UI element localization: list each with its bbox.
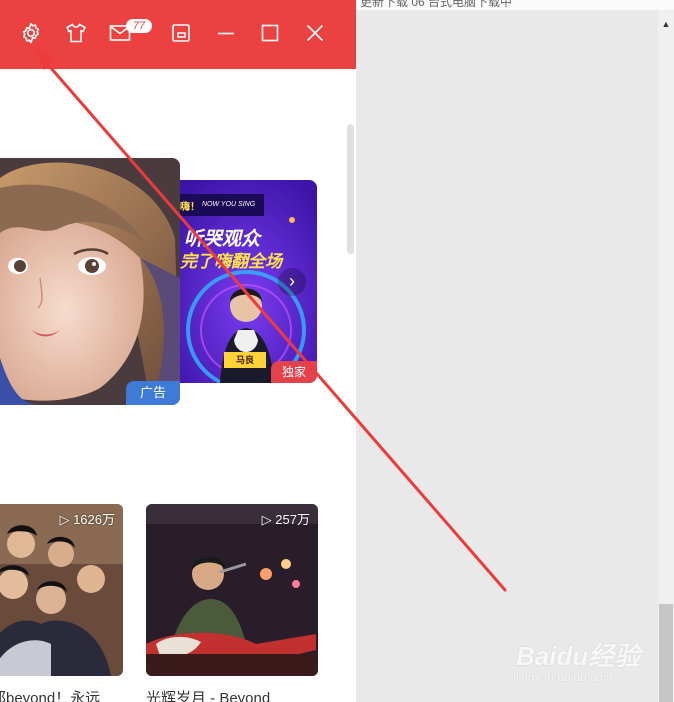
- minimize-button[interactable]: [213, 20, 239, 46]
- playlist-title[interactable]: 光辉岁月 - Beyond: [146, 687, 270, 702]
- maximize-icon: [258, 21, 282, 45]
- watermark-brand: Baidu经验: [516, 641, 641, 671]
- play-icon: ▷: [59, 512, 70, 527]
- playlist-card[interactable]: ▷ 257万: [146, 504, 318, 676]
- background-window-tabs: 更新下载 06 台式电脑下载中: [356, 0, 674, 10]
- mini-mode-icon: [169, 21, 193, 45]
- baidu-watermark: Baidu经验 jingyan.baidu.com: [516, 628, 656, 690]
- tshirt-icon: [64, 21, 88, 45]
- play-icon: ▷: [261, 512, 272, 527]
- play-count: ▷ 1626万: [59, 509, 115, 528]
- scrollbar-thumb[interactable]: [659, 604, 673, 702]
- close-icon: [303, 21, 327, 45]
- content-scrollbar[interactable]: [347, 124, 354, 254]
- background-window-area: [356, 0, 658, 702]
- close-button[interactable]: [302, 20, 328, 46]
- banner-illustration-image: [0, 158, 180, 405]
- scroll-up-arrow-icon[interactable]: ▲: [658, 18, 674, 30]
- play-count-value: 1626万: [73, 512, 115, 527]
- maximize-button[interactable]: [257, 20, 283, 46]
- mini-mode-button[interactable]: [168, 20, 194, 46]
- banner-next-arrow-button[interactable]: ›: [278, 268, 306, 296]
- banner-next-slide[interactable]: 嗨！ NOW YOU SING 听哭观众 完了嗨翻全场 马良 › 独家: [180, 180, 317, 383]
- background-window-tab-text[interactable]: 更新下载 06 台式电脑下载中: [360, 0, 512, 10]
- skin-button[interactable]: [63, 20, 89, 46]
- settings-button[interactable]: [18, 20, 44, 46]
- ad-tag: 广告: [126, 381, 180, 405]
- music-app-window: 77 广告 嗨！ NOW YOU SING 听哭观众 完了嗨翻全场 马良 › 独…: [0, 0, 356, 702]
- minimize-icon: [214, 21, 238, 45]
- playlist-cover-image: [146, 504, 318, 676]
- play-count: ▷ 257万: [262, 509, 310, 528]
- playlist-title[interactable]: 那beyond！永远: [0, 687, 100, 702]
- page-scrollbar[interactable]: ▲: [658, 10, 674, 702]
- exclusive-tag: 独家: [271, 361, 317, 383]
- promo-headline-prefix: 嗨！: [180, 202, 200, 213]
- playlist-cover-image: [0, 504, 123, 676]
- watermark-url: jingyan.baidu.com: [516, 670, 613, 684]
- play-count-value: 257万: [275, 512, 310, 527]
- promo-headline-line2: 完了嗨翻全场: [180, 252, 282, 271]
- promo-slogan: NOW YOU SING: [202, 201, 256, 208]
- message-count-badge: 77: [126, 19, 152, 33]
- chevron-right-icon: ›: [289, 271, 295, 291]
- title-bar: 77: [0, 0, 356, 69]
- banner-main-slide[interactable]: 广告: [0, 158, 180, 405]
- singer-name-tag: 马良: [224, 352, 266, 368]
- playlist-card[interactable]: ▷ 1626万: [0, 504, 123, 676]
- gear-icon: [19, 21, 43, 45]
